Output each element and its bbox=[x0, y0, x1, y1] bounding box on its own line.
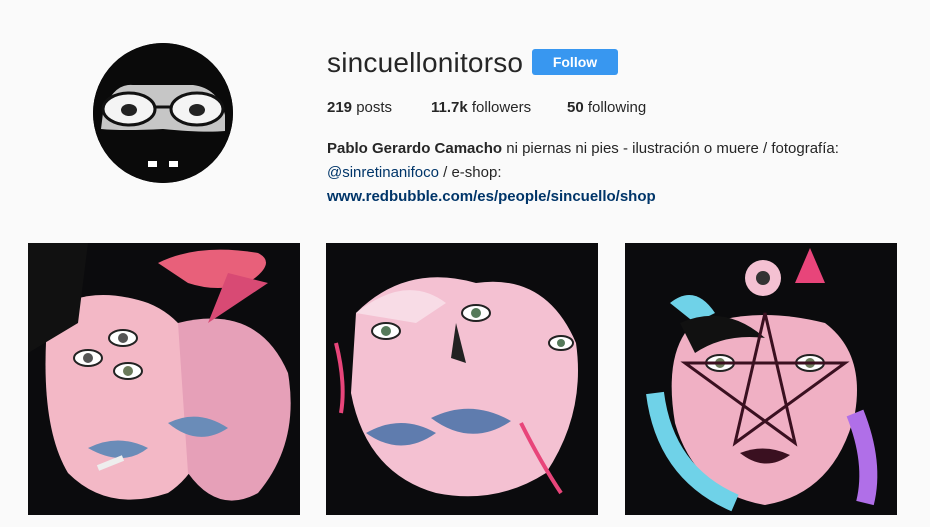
avatar-image bbox=[93, 43, 233, 183]
post-3-artwork bbox=[625, 243, 897, 515]
followers-count: 11.7k bbox=[431, 99, 468, 116]
full-name: Pablo Gerardo Camacho bbox=[327, 140, 503, 157]
post-tile-2[interactable] bbox=[326, 243, 598, 515]
followers-label: followers bbox=[467, 99, 532, 116]
following-count: 50 bbox=[567, 99, 584, 116]
following-stat[interactable]: 50 following bbox=[567, 98, 646, 118]
following-label: following bbox=[583, 99, 647, 116]
post-2-artwork bbox=[326, 243, 598, 515]
post-1-artwork bbox=[28, 243, 300, 515]
bio-text: ni piernas ni pies - ilustración o muere… bbox=[502, 140, 839, 157]
followers-stat[interactable]: 11.7k followers bbox=[431, 98, 531, 118]
bio-mention-link[interactable]: @sinretinanifoco bbox=[327, 164, 439, 181]
posts-label: posts bbox=[352, 99, 393, 116]
posts-count: 219 bbox=[327, 99, 353, 116]
bio-external-link[interactable]: www.redbubble.com/es/people/sincuello/sh… bbox=[327, 185, 887, 209]
profile-avatar[interactable] bbox=[93, 43, 233, 183]
username: sincuellonitorso bbox=[327, 47, 524, 78]
follow-button[interactable]: Follow bbox=[532, 49, 618, 75]
profile-bio: Pablo Gerardo Camacho ni piernas ni pies… bbox=[327, 137, 887, 209]
bio-text-2: / e-shop: bbox=[438, 164, 502, 181]
posts-stat: 219 posts bbox=[327, 98, 392, 118]
post-tile-3[interactable] bbox=[625, 243, 897, 515]
post-tile-1[interactable] bbox=[28, 243, 300, 515]
